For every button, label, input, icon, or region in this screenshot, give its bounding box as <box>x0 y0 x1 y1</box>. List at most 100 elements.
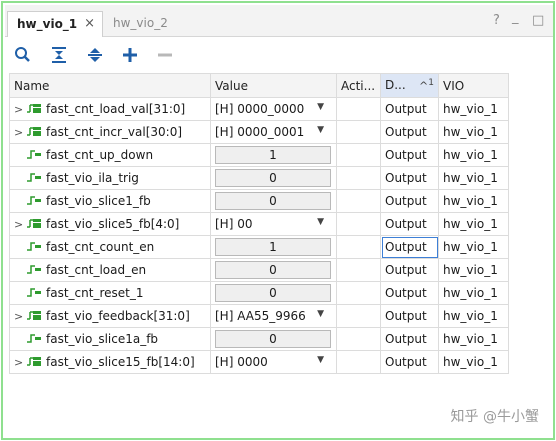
table-row[interactable]: > fast_cnt_load_val[31:0] [H] 0000_0000 ▼ Ou… <box>9 97 509 121</box>
table-row[interactable]: fast_cnt_up_down 1 Output hw_vio_1 <box>9 143 509 167</box>
table-row[interactable]: fast_cnt_count_en 1 Output hw_vio_1 <box>9 235 509 259</box>
table-row[interactable]: > fast_cnt_incr_val[30:0] [H] 0000_0001 ▼ Ou… <box>9 120 509 144</box>
chevron-right-icon[interactable]: > <box>14 126 26 139</box>
value-dropdown[interactable]: [H] 0000_0001 ▼ <box>215 125 332 139</box>
minimize-icon[interactable]: _ <box>512 10 519 26</box>
value-cell[interactable]: 0 <box>210 258 337 282</box>
signal-probe-icon <box>26 194 42 209</box>
value-input[interactable]: 0 <box>215 169 331 187</box>
expand-all-icon[interactable] <box>85 45 105 65</box>
direction-cell[interactable]: Output <box>380 97 439 121</box>
value-input[interactable]: 0 <box>215 261 331 279</box>
vio-cell: hw_vio_1 <box>438 143 509 167</box>
direction-cell[interactable]: Output <box>380 350 439 374</box>
collapse-all-icon[interactable] <box>49 45 69 65</box>
value-cell[interactable]: 0 <box>210 281 337 305</box>
direction-cell[interactable]: Output <box>380 258 439 282</box>
column-header-vio[interactable]: VIO <box>438 73 509 98</box>
table-row[interactable]: fast_cnt_reset_1 0 Output hw_vio_1 <box>9 281 509 305</box>
name-cell[interactable]: fast_cnt_count_en <box>9 235 211 259</box>
vio-cell: hw_vio_1 <box>438 281 509 305</box>
chevron-down-icon[interactable]: ▼ <box>317 309 330 323</box>
name-cell[interactable]: fast_vio_ila_trig <box>9 166 211 190</box>
table-row[interactable]: > fast_vio_slice5_fb[4:0] [H] 00 ▼ Output hw_… <box>9 212 509 236</box>
value-cell[interactable]: [H] 0000_0000 ▼ <box>210 97 337 121</box>
chevron-down-icon[interactable]: ▼ <box>317 125 330 139</box>
name-cell[interactable]: > fast_vio_slice15_fb[14:0] <box>9 350 211 374</box>
name-cell[interactable]: fast_vio_slice1a_fb <box>9 327 211 351</box>
column-header-name[interactable]: Name <box>9 73 211 98</box>
chevron-right-icon[interactable]: > <box>14 356 26 369</box>
tab-hw-vio-2[interactable]: hw_vio_2 <box>106 11 182 37</box>
activity-cell <box>336 189 381 213</box>
table-row[interactable]: fast_vio_slice1a_fb 0 Output hw_vio_1 <box>9 327 509 351</box>
value-input[interactable]: 1 <box>215 146 331 164</box>
name-cell[interactable]: > fast_cnt_load_val[31:0] <box>9 97 211 121</box>
direction-cell[interactable]: Output <box>380 235 439 259</box>
value-cell[interactable]: [H] AA55_9966 ▼ <box>210 304 337 328</box>
name-cell[interactable]: > fast_cnt_incr_val[30:0] <box>9 120 211 144</box>
name-cell[interactable]: fast_cnt_load_en <box>9 258 211 282</box>
value-input[interactable]: 0 <box>215 284 331 302</box>
direction-cell[interactable]: Output <box>380 281 439 305</box>
direction-cell[interactable]: Output <box>380 120 439 144</box>
value-input[interactable]: 1 <box>215 238 331 256</box>
name-cell[interactable]: fast_cnt_up_down <box>9 143 211 167</box>
direction-cell[interactable]: Output <box>380 166 439 190</box>
value-dropdown[interactable]: [H] AA55_9966 ▼ <box>215 309 332 323</box>
value-input[interactable]: 0 <box>215 192 331 210</box>
value-dropdown[interactable]: [H] 0000_0000 ▼ <box>215 102 332 116</box>
remove-icon[interactable] <box>155 45 175 65</box>
direction-cell[interactable]: Output <box>380 143 439 167</box>
value-cell[interactable]: 0 <box>210 327 337 351</box>
direction-cell[interactable]: Output <box>380 304 439 328</box>
help-icon[interactable]: ? <box>493 13 500 29</box>
close-icon[interactable]: × <box>84 12 95 36</box>
value-cell[interactable]: 1 <box>210 143 337 167</box>
chevron-down-icon[interactable]: ▼ <box>317 102 330 116</box>
value-cell[interactable]: [H] 0000_0001 ▼ <box>210 120 337 144</box>
value-cell[interactable]: 0 <box>210 189 337 213</box>
chevron-down-icon[interactable]: ▼ <box>317 355 330 369</box>
table-row[interactable]: fast_vio_ila_trig 0 Output hw_vio_1 <box>9 166 509 190</box>
sort-ascending-icon: ^ <box>419 79 429 93</box>
name-cell[interactable]: fast_cnt_reset_1 <box>9 281 211 305</box>
name-cell[interactable]: > fast_vio_slice5_fb[4:0] <box>9 212 211 236</box>
add-icon[interactable] <box>120 45 140 65</box>
name-cell[interactable]: > fast_vio_feedback[31:0] <box>9 304 211 328</box>
table-row[interactable]: > fast_vio_slice15_fb[14:0] [H] 0000 ▼ Outpu… <box>9 350 509 374</box>
value-cell[interactable]: 1 <box>210 235 337 259</box>
direction-cell[interactable]: Output <box>380 327 439 351</box>
value-cell[interactable]: [H] 00 ▼ <box>210 212 337 236</box>
column-header-value[interactable]: Value <box>210 73 337 98</box>
search-icon[interactable] <box>13 45 33 65</box>
tab-hw-vio-1[interactable]: hw_vio_1 × <box>7 11 103 37</box>
direction-cell[interactable]: Output <box>380 212 439 236</box>
bus-probe-icon <box>26 309 42 324</box>
value-cell[interactable]: [H] 0000 ▼ <box>210 350 337 374</box>
table-row[interactable]: fast_vio_slice1_fb 0 Output hw_vio_1 <box>9 189 509 213</box>
value-text: [H] 0000_0000 <box>215 102 305 116</box>
column-header-direction[interactable]: D... ^1 <box>380 73 439 98</box>
table-row[interactable]: fast_cnt_load_en 0 Output hw_vio_1 <box>9 258 509 282</box>
value-dropdown[interactable]: [H] 0000 ▼ <box>215 355 332 369</box>
table-row[interactable]: > fast_vio_feedback[31:0] [H] AA55_9966 ▼ Ou… <box>9 304 509 328</box>
chevron-down-icon[interactable]: ▼ <box>317 217 330 231</box>
maximize-icon[interactable]: □ <box>532 13 544 29</box>
probe-name: fast_cnt_reset_1 <box>46 285 144 300</box>
chevron-right-icon[interactable]: > <box>14 103 26 116</box>
chevron-right-icon[interactable]: > <box>14 218 26 231</box>
value-input[interactable]: 0 <box>215 330 331 348</box>
tab-bar: hw_vio_1 × hw_vio_2 ? _ □ <box>5 5 553 37</box>
value-dropdown[interactable]: [H] 00 ▼ <box>215 217 332 231</box>
signal-probe-icon <box>26 263 42 278</box>
vio-cell: hw_vio_1 <box>438 327 509 351</box>
activity-cell <box>336 258 381 282</box>
column-header-activity[interactable]: Acti... <box>336 73 381 98</box>
chevron-right-icon[interactable]: > <box>14 310 26 323</box>
activity-cell <box>336 166 381 190</box>
direction-cell[interactable]: Output <box>380 189 439 213</box>
value-cell[interactable]: 0 <box>210 166 337 190</box>
probe-name: fast_vio_slice15_fb[14:0] <box>46 354 195 369</box>
name-cell[interactable]: fast_vio_slice1_fb <box>9 189 211 213</box>
